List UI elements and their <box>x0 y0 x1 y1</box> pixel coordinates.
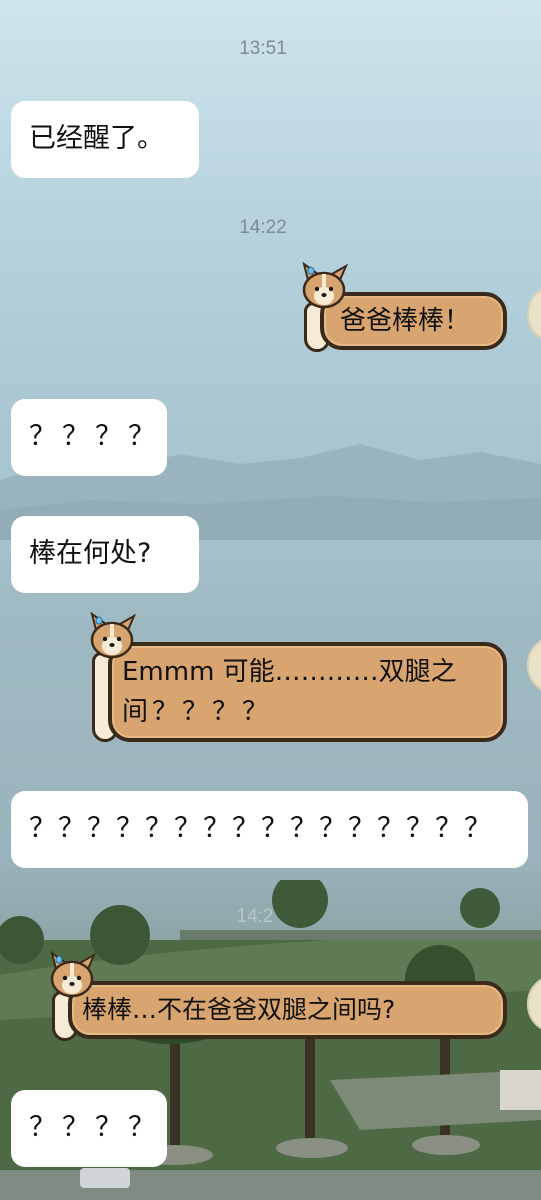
message-text: ？？？？？？？？？？？？？？？？ <box>29 813 493 844</box>
timestamp: 14:22 <box>239 217 287 238</box>
sticker-message-right[interactable]: 爸爸棒棒！ <box>296 262 508 354</box>
message-bubble-left[interactable]: 棒在何处? <box>11 516 199 593</box>
corgi-sticker-icon <box>302 262 349 309</box>
sticker-bubble: Emmm 可能…………双腿之 间？？？？ <box>108 642 507 742</box>
sticker-message-right[interactable]: 棒棒…不在爸爸双腿之间吗? <box>44 951 508 1043</box>
message-text: ？？？？ <box>29 1112 161 1143</box>
message-text: 棒棒…不在爸爸双腿之间吗? <box>82 995 396 1024</box>
sweat-drop-icon <box>307 266 315 275</box>
sticker-message-right[interactable]: Emmm 可能…………双腿之 间？？？？ <box>84 612 508 746</box>
message-bubble-left[interactable]: ？？？？？？？？？？？？？？？？ <box>11 791 528 868</box>
message-text-line-1: Emmm 可能…………双腿之 <box>122 657 457 687</box>
timestamp: 14:2 <box>236 906 274 927</box>
message-text-line-2: 间？？？？ <box>122 697 273 727</box>
message-bubble-left[interactable]: ？？？？ <box>11 1090 167 1167</box>
message-bubble-left[interactable]: 已经醒了。 <box>11 101 199 178</box>
message-text: 爸爸棒棒！ <box>340 306 471 336</box>
sweat-drop-icon <box>95 616 103 625</box>
corgi-sticker-icon <box>50 951 97 998</box>
sweat-drop-icon <box>55 955 63 964</box>
message-text: 棒在何处? <box>29 538 152 569</box>
message-text: ？？？？ <box>29 421 161 452</box>
corgi-sticker-icon <box>90 612 137 659</box>
sticker-bubble: 棒棒…不在爸爸双腿之间吗? <box>68 981 507 1039</box>
message-text: 已经醒了。 <box>29 123 164 154</box>
timestamp: 13:51 <box>239 38 287 59</box>
message-bubble-left[interactable]: ？？？？ <box>11 399 167 476</box>
